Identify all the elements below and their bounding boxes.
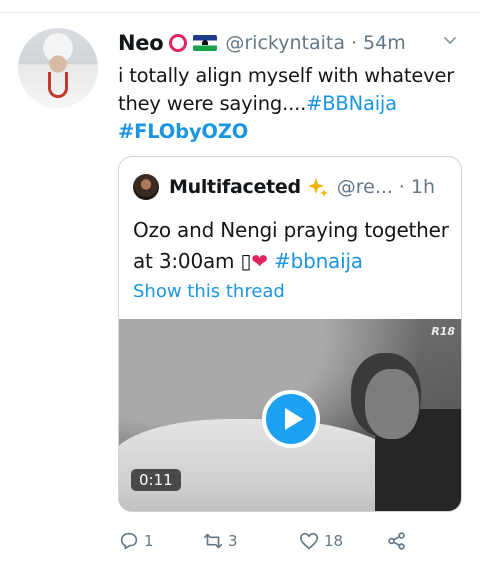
- r18-badge: R18: [431, 325, 455, 338]
- hashtag-bbnaija[interactable]: #BBNaija: [306, 92, 397, 115]
- share-icon: [388, 532, 405, 550]
- share-button[interactable]: [386, 526, 412, 556]
- video-player[interactable]: R18 0:11: [119, 319, 461, 511]
- reply-icon: [120, 532, 138, 550]
- retweet-icon: [203, 533, 223, 549]
- author-handle[interactable]: @rickyntaita: [225, 32, 345, 54]
- hashtag-bbnaija-lower[interactable]: #bbnaija: [274, 249, 363, 273]
- video-person-face: [365, 369, 419, 439]
- tweet-actions: 1 3 18: [118, 526, 418, 556]
- quoted-tweet-text: Ozo and Nengi praying together at 3:00am…: [133, 215, 453, 277]
- like-count: 18: [324, 532, 344, 550]
- quoted-text-line1: Ozo and Nengi praying together: [133, 218, 449, 242]
- retweet-button[interactable]: 3: [202, 526, 238, 556]
- tweet-header: Neo @rickyntaita · 54m: [118, 28, 463, 58]
- quoted-text-line2: at 3:00am: [133, 249, 241, 273]
- play-icon[interactable]: [262, 390, 320, 448]
- video-duration: 0:11: [131, 469, 181, 491]
- quoted-author-avatar[interactable]: [133, 174, 159, 200]
- retweet-count: 3: [228, 532, 238, 550]
- quoted-author-handle[interactable]: @re...: [337, 176, 393, 198]
- header-separator: ·: [350, 32, 358, 54]
- reply-button[interactable]: 1: [118, 526, 154, 556]
- heart-emoji: ❤: [251, 249, 268, 273]
- quoted-tweet-time[interactable]: · 1h: [399, 176, 435, 198]
- quoted-tweet-header: Multifaceted @re... · 1h: [133, 173, 453, 201]
- show-thread-link[interactable]: Show this thread: [133, 281, 285, 302]
- tweet-time[interactable]: 54m: [363, 32, 406, 54]
- hashtag-flobyozo[interactable]: #FLObyOZO: [118, 120, 248, 143]
- tweet-text: i totally align myself with whatever the…: [118, 62, 468, 146]
- top-divider: [0, 12, 480, 13]
- lesotho-flag-icon: [193, 35, 218, 51]
- quoted-tweet-card[interactable]: Multifaceted @re... · 1h Ozo and Nengi p…: [118, 156, 462, 512]
- sparkle-icon: [307, 178, 328, 197]
- red-ring-icon: [169, 34, 188, 52]
- missing-glyph: ▯: [240, 249, 252, 273]
- author-name[interactable]: Neo: [118, 31, 164, 55]
- reply-count: 1: [144, 532, 154, 550]
- heart-icon: [299, 532, 319, 550]
- tweet-body: i totally align myself with whatever the…: [118, 64, 455, 115]
- author-avatar[interactable]: [18, 28, 98, 108]
- quoted-author-name[interactable]: Multifaceted: [169, 176, 301, 198]
- avatar-beads: [48, 72, 68, 98]
- chevron-down-icon[interactable]: [443, 34, 457, 48]
- like-button[interactable]: 18: [298, 526, 343, 556]
